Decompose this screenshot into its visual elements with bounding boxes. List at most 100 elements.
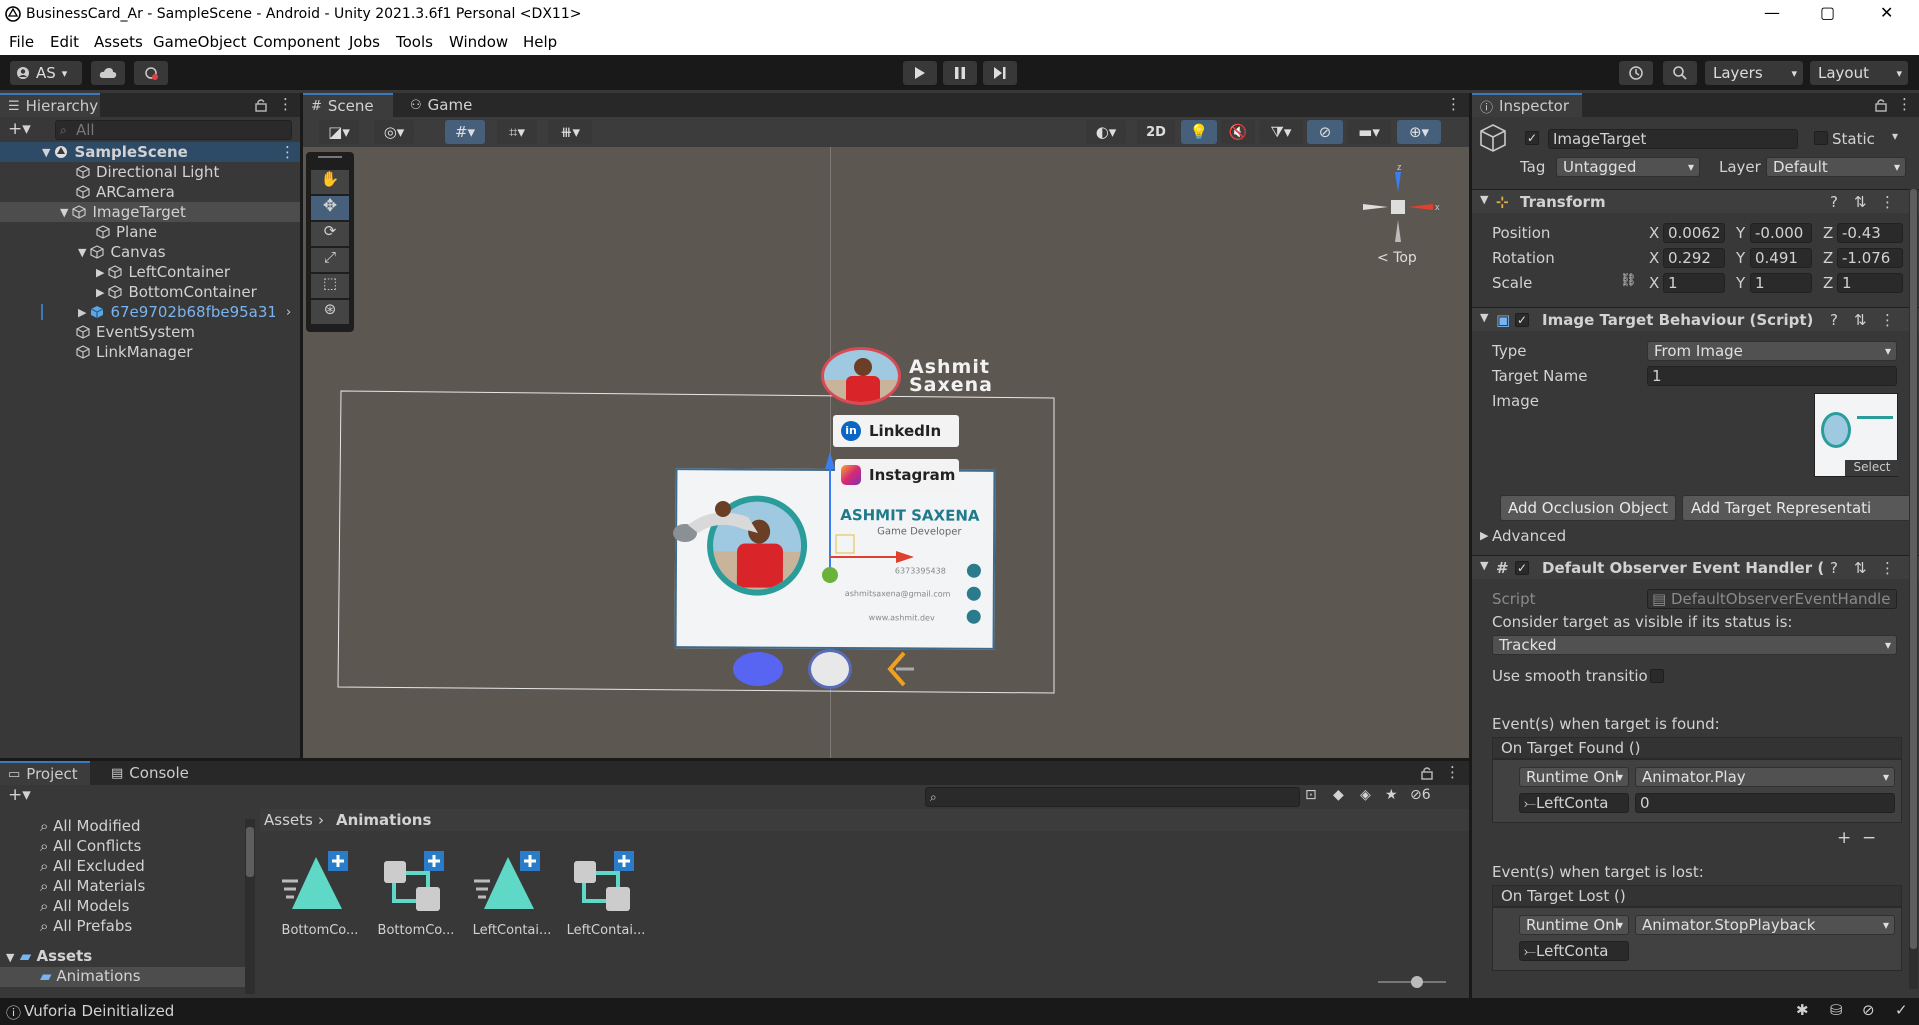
hierarchy-item-leftcontainer[interactable]: ▶ LeftContainer [0,262,300,282]
history-button[interactable] [1619,61,1653,85]
effects-dropdown[interactable]: ⧩▾ [1259,120,1303,144]
add-target-representation-button[interactable]: Add Target Representati [1682,495,1912,521]
kebab-menu-icon[interactable]: ⋮ [1880,193,1895,211]
menu-window[interactable]: Window [449,33,508,51]
help-icon[interactable]: ? [1830,311,1838,329]
target-name-input[interactable]: 1 [1647,366,1897,386]
status-dropdown[interactable]: Tracked [1492,635,1897,655]
hierarchy-item-linkmanager[interactable]: LinkManager [0,342,300,362]
menu-help[interactable]: Help [523,33,557,51]
favorite-star-icon[interactable]: ★ [1385,787,1398,803]
add-occlusion-button[interactable]: Add Occlusion Object [1500,495,1676,521]
help-icon[interactable]: ? [1830,559,1838,577]
grid-snap-dropdown[interactable]: #▾ [445,120,485,144]
lost-object-field[interactable]: ⤚LeftConta [1519,941,1629,961]
smooth-transition-checkbox[interactable] [1650,669,1664,683]
kebab-menu-icon[interactable]: ⋮ [1445,763,1460,781]
tree-assets-root[interactable]: ▼ ▰ Assets [0,947,245,967]
select-button[interactable]: Select [1845,460,1899,476]
chevron-down-icon[interactable]: ▾ [1892,129,1898,143]
image-target-enabled-checkbox[interactable]: ✓ [1515,313,1529,327]
link-scale-icon[interactable]: ⛓ [1620,273,1637,288]
maximize-button[interactable]: ▢ [1820,3,1835,22]
scrollbar-thumb[interactable] [246,827,254,877]
hand-tool-button[interactable]: ✋ [311,170,349,194]
hierarchy-item-canvas[interactable]: ▼ Canvas [0,242,300,262]
asset-tile[interactable]: BottomCo... [280,851,360,951]
step-button[interactable] [983,61,1017,85]
camera-dropdown[interactable]: ▬▾ [1347,120,1391,144]
tab-console[interactable]: ▤ Console [103,761,199,785]
breadcrumb-animations[interactable]: Animations [336,811,431,829]
kebab-menu-icon[interactable]: ⋮ [1880,311,1895,329]
global-toggle[interactable]: ◎▾ [374,120,414,144]
hierarchy-scene-row[interactable]: ▼ SampleScene ⋮ [0,142,300,162]
tab-project[interactable]: ▭ Project [0,761,90,785]
close-button[interactable]: ✕ [1880,3,1893,22]
menu-jobs[interactable]: Jobs [349,33,380,51]
found-runtime-dropdown[interactable]: Runtime Onl [1519,767,1629,787]
menu-file[interactable]: File [9,33,34,51]
scale-x-field[interactable]: 1 [1663,273,1725,293]
favorite-all-excluded[interactable]: ⌕ All Excluded [40,857,145,875]
kebab-menu-icon[interactable]: ⋮ [1897,95,1912,113]
lock-icon[interactable] [255,98,267,112]
active-checkbox[interactable]: ✓ [1525,131,1539,145]
filter-by-label-icon[interactable]: ◆ [1333,787,1344,803]
found-function-dropdown[interactable]: Animator.Play [1635,767,1895,787]
discord-icon[interactable] [733,652,783,686]
orientation-gizmo[interactable]: z x < Top [1353,162,1443,282]
image-target-header[interactable]: ▼ ▣ ✓ Image Target Behaviour (Script) ? … [1472,307,1919,331]
hierarchy-item-bottomcontainer[interactable]: ▶ BottomContainer [0,282,300,302]
splitter[interactable] [300,93,303,758]
presets-icon[interactable]: ⇅ [1854,311,1867,329]
hierarchy-item-eventsystem[interactable]: EventSystem [0,322,300,342]
gizmos-dropdown[interactable]: ⊕▾ [1397,120,1441,144]
project-search-input[interactable]: ⌕ [925,787,1300,807]
play-button[interactable] [903,61,937,85]
progress-icon[interactable]: ⊘ [1862,1001,1875,1019]
favorite-all-modified[interactable]: ⌕ All Modified [40,817,141,835]
found-add-button[interactable]: + [1837,828,1851,848]
menu-edit[interactable]: Edit [50,33,79,51]
menu-gameobject[interactable]: GameObject [153,33,247,51]
status-text[interactable]: Vuforia Deinitialized [24,1002,174,1020]
tree-animations-folder[interactable]: ▰ Animations [0,967,245,987]
render-mode-dropdown[interactable]: ◐▾ [1086,120,1126,144]
scrollbar-thumb[interactable] [1910,189,1917,949]
toggle-2d-button[interactable]: 2D [1137,120,1175,144]
cloud-button[interactable] [91,61,125,85]
rect-tool-button[interactable]: ⬚ [311,274,349,298]
tab-game[interactable]: ⚇ Game [402,93,482,117]
check-icon[interactable]: ✓ [1895,1001,1908,1019]
hierarchy-item-directional-light[interactable]: Directional Light [0,162,300,182]
github-icon[interactable] [808,649,852,689]
inspector-scrollbar[interactable] [1909,189,1918,989]
breadcrumb-assets[interactable]: Assets [264,811,313,829]
image-thumbnail[interactable]: Select [1814,393,1899,477]
favorite-all-materials[interactable]: ⌕ All Materials [40,877,145,895]
presets-icon[interactable]: ⇅ [1854,193,1867,211]
instagram-button[interactable]: Instagram [835,459,959,491]
layout-dropdown[interactable]: Layout ▾ [1810,61,1908,85]
position-z-field[interactable]: -0.43 [1837,223,1903,243]
transform-tool-button[interactable]: ⊛ [311,300,349,324]
leetcode-icon[interactable] [880,649,920,689]
layer-dropdown[interactable]: Default [1766,157,1906,177]
rotation-z-field[interactable]: -1.076 [1837,248,1903,268]
kebab-menu-icon[interactable]: ⋮ [1446,95,1461,113]
account-dropdown[interactable]: AS ▾ [10,61,82,85]
lock-icon[interactable] [1875,98,1887,112]
favorite-all-conflicts[interactable]: ⌕ All Conflicts [40,837,141,855]
found-arg-field[interactable]: 0 [1635,793,1895,813]
found-remove-button[interactable]: − [1862,828,1876,848]
asset-tile[interactable]: LeftContai... [566,851,646,951]
lost-function-dropdown[interactable]: Animator.StopPlayback [1635,915,1895,935]
tab-hierarchy[interactable]: ☰ Hierarchy [0,93,100,117]
favorite-all-models[interactable]: ⌕ All Models [40,897,129,915]
minimize-button[interactable]: — [1764,3,1780,22]
linkedin-button[interactable]: in LinkedIn [833,415,959,447]
asset-tile[interactable]: LeftContai... [472,851,552,951]
asset-tile[interactable]: BottomCo... [376,851,456,951]
draw-mode-dropdown[interactable]: ◪▾ [319,120,359,144]
